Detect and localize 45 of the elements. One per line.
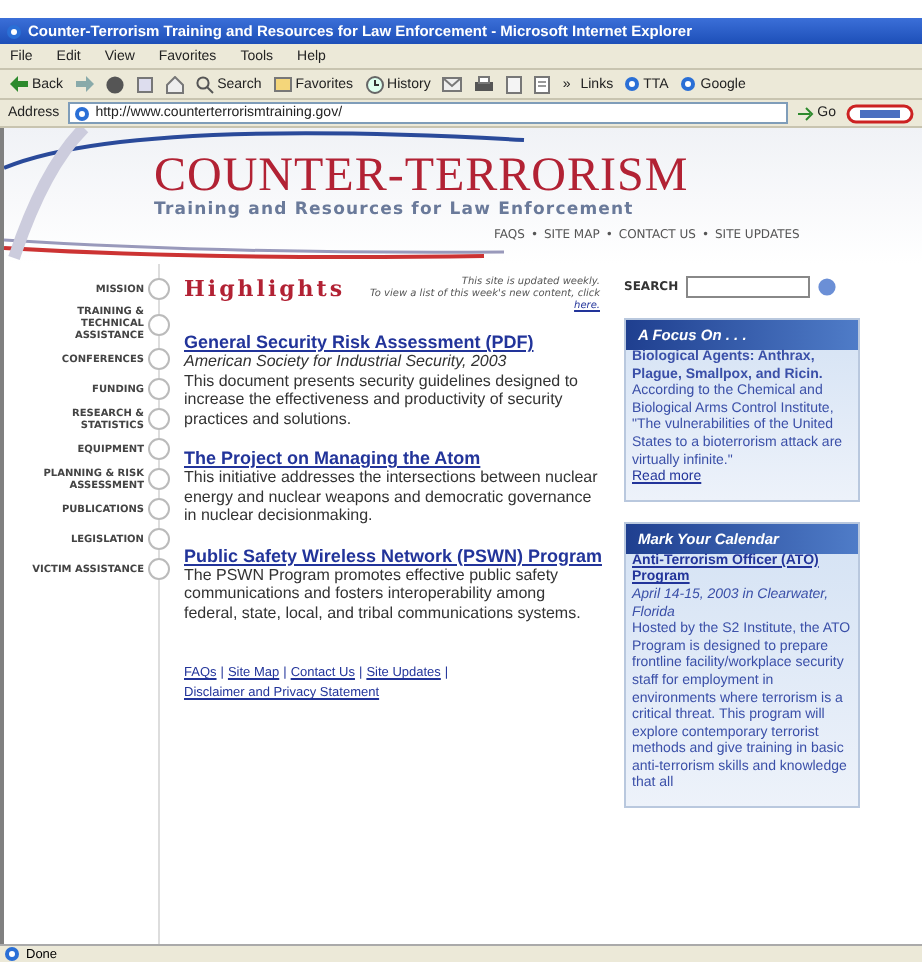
print-button[interactable] bbox=[472, 76, 497, 92]
refresh-button[interactable] bbox=[133, 75, 156, 93]
circle-icon bbox=[148, 408, 170, 430]
stop-icon bbox=[105, 75, 124, 93]
article-link[interactable]: General Security Risk Assessment (PDF) bbox=[184, 332, 600, 352]
refresh-icon bbox=[135, 75, 154, 93]
forward-arrow-icon bbox=[75, 76, 94, 92]
circle-icon bbox=[148, 528, 170, 550]
search-field[interactable] bbox=[686, 276, 811, 298]
circle-icon bbox=[148, 348, 170, 370]
mail-icon bbox=[442, 76, 463, 92]
article-text: This document presents security guidelines designed to increase the effectiveness and productivity of security practices and solutions. bbox=[184, 371, 580, 428]
folder-icon bbox=[273, 76, 292, 92]
article-text: This initiative addresses the intersections between nuclear energy and nuclear weapons and democratic governance in nuclear decisionmaking. bbox=[184, 468, 600, 525]
circle-icon bbox=[148, 378, 170, 400]
forward-button[interactable] bbox=[73, 76, 96, 92]
circle-icon bbox=[148, 313, 170, 335]
browser-icon bbox=[6, 23, 22, 39]
article-link[interactable]: The Project on Managing the Atom bbox=[184, 448, 600, 468]
circle-icon bbox=[148, 468, 170, 490]
circle-icon bbox=[148, 438, 170, 460]
back-arrow-icon bbox=[10, 76, 28, 92]
stop-button[interactable] bbox=[103, 75, 126, 93]
go-icon[interactable] bbox=[818, 278, 837, 296]
document-icon bbox=[506, 75, 523, 93]
article-text: The PSWN Program promotes effective public safety communications and fosters interoperability among federal, state, local, and tribal communications systems. bbox=[184, 565, 581, 622]
circle-icon bbox=[148, 558, 170, 580]
arrow-icon bbox=[797, 105, 814, 121]
highlights-heading: Highlights bbox=[184, 276, 346, 302]
home-icon bbox=[165, 75, 184, 93]
mail-button[interactable] bbox=[440, 76, 465, 92]
ie-icon bbox=[680, 76, 697, 92]
ie-icon bbox=[623, 76, 640, 92]
home-button[interactable] bbox=[163, 75, 186, 93]
oval-toolbar-icon[interactable] bbox=[846, 103, 914, 123]
site-subtitle: Training and Resources for Law Enforcement bbox=[154, 200, 636, 220]
article-source: American Society for Industrial Security, 2003 bbox=[184, 352, 509, 371]
search-icon bbox=[195, 75, 214, 93]
edit-button[interactable] bbox=[504, 75, 525, 93]
circle-icon bbox=[148, 278, 170, 300]
site-title: COUNTER-TERRORISM bbox=[154, 152, 691, 200]
article-link[interactable]: Public Safety Wireless Network (PSWN) Program bbox=[184, 545, 600, 565]
circle-icon bbox=[148, 498, 170, 520]
printer-icon bbox=[474, 76, 495, 92]
clock-icon bbox=[365, 75, 384, 93]
